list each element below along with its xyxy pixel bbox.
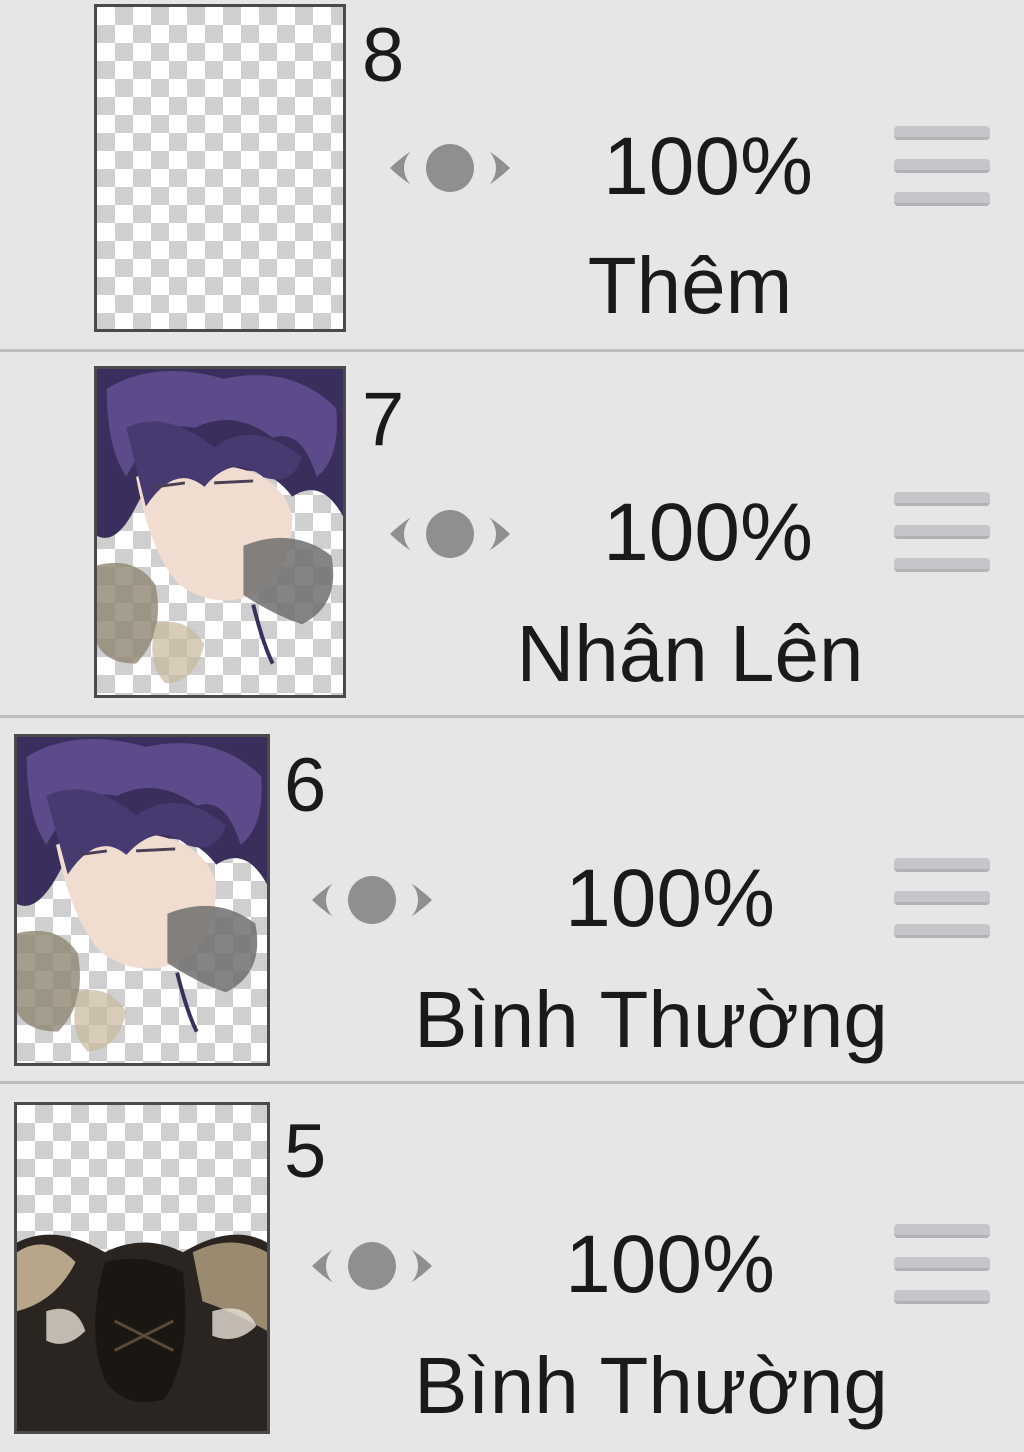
layer-row-6[interactable]: 6 100% Bình Thường <box>0 718 1024 1080</box>
blend-mode-label[interactable]: Thêm <box>540 246 840 326</box>
eye-icon[interactable] <box>386 122 514 214</box>
layer-thumbnail-5 <box>14 1102 270 1434</box>
drag-handle-icon[interactable] <box>894 492 990 572</box>
drag-handle-icon[interactable] <box>894 858 990 938</box>
layer-row-8[interactable]: 8 100% Thêm <box>0 0 1024 350</box>
opacity-value[interactable]: 100% <box>558 126 858 208</box>
layer-thumbnail-8 <box>94 4 346 332</box>
layer-number: 8 <box>362 13 405 98</box>
blend-mode-label[interactable]: Bình Thường <box>396 1346 906 1426</box>
layer-row-7[interactable]: 7 100% Nhân Lên <box>0 352 1024 714</box>
layer-thumbnail-7 <box>94 366 346 698</box>
layers-panel: 8 100% Thêm 7 100% Nhân Lên 6 100% Bình … <box>0 0 1024 1452</box>
layer-thumbnail-6 <box>14 734 270 1066</box>
eye-icon[interactable] <box>308 854 436 946</box>
layer-number: 6 <box>284 743 327 828</box>
blend-mode-label[interactable]: Bình Thường <box>396 980 906 1060</box>
opacity-value[interactable]: 100% <box>558 492 858 574</box>
eye-icon[interactable] <box>386 488 514 580</box>
drag-handle-icon[interactable] <box>894 1224 990 1304</box>
layer-row-5[interactable]: 5 100% Bình Thường <box>0 1084 1024 1452</box>
opacity-value[interactable]: 100% <box>520 1224 820 1306</box>
drag-handle-icon[interactable] <box>894 126 990 206</box>
blend-mode-label[interactable]: Nhân Lên <box>490 614 890 694</box>
opacity-value[interactable]: 100% <box>520 858 820 940</box>
layer-number: 7 <box>362 377 405 462</box>
eye-icon[interactable] <box>308 1220 436 1312</box>
layer-number: 5 <box>284 1109 327 1194</box>
